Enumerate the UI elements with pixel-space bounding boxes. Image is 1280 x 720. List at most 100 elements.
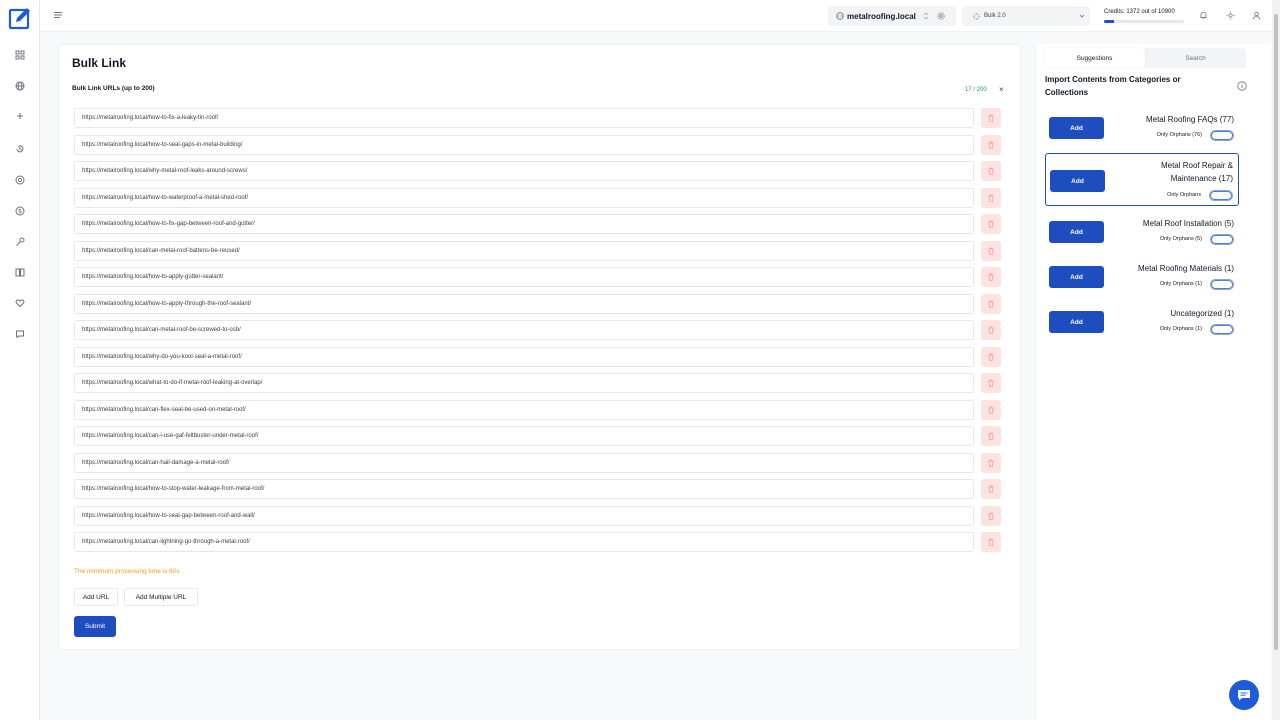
url-input[interactable]: https://metalroofing.local/can-i-use-gaf… xyxy=(74,426,974,446)
add-category-button[interactable]: Add xyxy=(1049,311,1104,333)
heart-icon[interactable] xyxy=(12,295,28,311)
url-input[interactable]: https://metalroofing.local/can-metal-roo… xyxy=(74,240,974,261)
chat-bubble-icon xyxy=(1238,690,1250,701)
url-input[interactable]: https://metalroofing.local/can-metal-roo… xyxy=(74,320,974,340)
submit-button[interactable]: Submit xyxy=(74,616,116,637)
url-value: https://metalroofing.local/can-hail-dama… xyxy=(82,459,230,466)
add-category-button[interactable]: Add xyxy=(1049,221,1104,243)
url-input[interactable]: https://metalroofing.local/how-to-apply-… xyxy=(74,267,974,287)
site-name: metalroofing.local xyxy=(847,11,916,21)
tab-search[interactable]: Search xyxy=(1145,48,1246,68)
panel-tabs: Suggestions Search xyxy=(1044,48,1246,68)
chat-icon[interactable] xyxy=(12,326,28,342)
bulk-version-selector[interactable]: Bulk 2.0 xyxy=(962,6,1090,26)
gear-icon[interactable] xyxy=(937,12,945,20)
menu-icon[interactable] xyxy=(54,11,62,19)
urls-label: Bulk Link URLs (up to 200) xyxy=(72,85,155,92)
key-icon[interactable] xyxy=(12,234,28,250)
url-input[interactable]: https://metalroofing.local/what-to-do-if… xyxy=(74,373,974,393)
category-name: Metal Roof Installation (5) xyxy=(1142,219,1234,228)
trash-icon xyxy=(988,459,994,467)
left-sidebar xyxy=(0,0,40,720)
delete-url-button[interactable] xyxy=(981,452,1001,473)
dollar-icon[interactable] xyxy=(12,203,28,219)
target-icon[interactable] xyxy=(12,172,28,188)
edit-square-logo[interactable] xyxy=(8,6,32,30)
scrollbar-thumb[interactable] xyxy=(1274,14,1278,650)
plus-icon[interactable] xyxy=(12,108,28,124)
delete-url-button[interactable] xyxy=(981,505,1001,526)
add-url-button[interactable]: Add URL xyxy=(74,588,118,606)
category-card: Add Uncategorized (1) Only Orphans (1) xyxy=(1045,302,1239,343)
url-input[interactable]: https://metalroofing.local/how-to-apply-… xyxy=(74,293,974,314)
history-icon[interactable] xyxy=(12,141,28,157)
url-input[interactable]: https://metalroofing.local/why-do-you-ko… xyxy=(74,346,974,367)
only-orphans-toggle[interactable] xyxy=(1210,279,1234,290)
trash-icon xyxy=(988,194,994,202)
trash-icon xyxy=(988,247,994,255)
dashboard-icon[interactable] xyxy=(12,47,28,63)
delete-url-button[interactable] xyxy=(981,267,1001,287)
page-scrollbar[interactable] xyxy=(1272,0,1280,720)
delete-url-button[interactable] xyxy=(981,399,1001,420)
import-title: Import Contents from Categories or Colle… xyxy=(1045,75,1181,97)
only-orphans-toggle[interactable] xyxy=(1210,324,1234,335)
category-card: Add Metal Roofing Materials (1) Only Orpha… xyxy=(1045,257,1239,298)
globe-icon[interactable] xyxy=(12,78,28,94)
delete-url-button[interactable] xyxy=(981,479,1001,499)
delete-url-button[interactable] xyxy=(981,532,1001,552)
url-value: https://metalroofing.local/how-to-waterp… xyxy=(82,194,249,201)
url-value: https://metalroofing.local/what-to-do-if… xyxy=(82,380,263,386)
only-orphans-toggle[interactable] xyxy=(1210,130,1234,141)
only-orphans-toggle[interactable] xyxy=(1209,190,1233,201)
url-input[interactable]: https://metalroofing.local/how-to-stop-w… xyxy=(74,479,974,499)
site-selector[interactable]: metalroofing.local xyxy=(828,6,956,26)
trash-icon xyxy=(988,406,994,414)
category-name: Metal Roof Repair & Maintenance (17) xyxy=(1160,161,1233,183)
url-input[interactable]: https://metalroofing.local/can-lightning… xyxy=(74,532,974,552)
delete-url-button[interactable] xyxy=(981,187,1001,208)
tab-suggestions[interactable]: Suggestions xyxy=(1044,48,1145,68)
delete-url-button[interactable] xyxy=(981,214,1001,234)
add-category-button[interactable]: Add xyxy=(1049,117,1104,139)
add-category-button[interactable]: Add xyxy=(1049,266,1104,288)
delete-url-button[interactable] xyxy=(981,320,1001,340)
only-orphans-label: Only Orphans (1) xyxy=(1159,326,1202,332)
url-input[interactable]: https://metalroofing.local/how-to-seal-g… xyxy=(74,505,974,526)
chevron-updown-icon xyxy=(923,12,929,20)
add-multiple-url-button[interactable]: Add Multiple URL xyxy=(124,588,198,606)
processing-notice: The minimum processing time is 60s xyxy=(74,568,180,575)
url-input[interactable]: https://metalroofing.local/how-to-fix-a-… xyxy=(74,108,974,128)
delete-url-button[interactable] xyxy=(981,240,1001,261)
user-icon[interactable] xyxy=(1252,11,1261,20)
bell-icon[interactable] xyxy=(1199,11,1208,20)
trash-icon xyxy=(988,512,994,520)
url-input[interactable]: https://metalroofing.local/why-metal-roo… xyxy=(74,161,974,181)
category-name: Metal Roofing FAQs (77) xyxy=(1145,115,1234,124)
url-value: https://metalroofing.local/why-metal-roo… xyxy=(82,168,248,174)
trash-icon xyxy=(988,485,994,493)
chat-launcher-button[interactable] xyxy=(1229,680,1259,710)
url-input[interactable]: https://metalroofing.local/how-to-seal-g… xyxy=(74,134,974,155)
url-value: https://metalroofing.local/can-lightning… xyxy=(82,539,250,545)
book-icon[interactable] xyxy=(12,264,28,280)
delete-url-button[interactable] xyxy=(981,134,1001,155)
url-input[interactable]: https://metalroofing.local/can-flex-seal… xyxy=(74,399,974,420)
delete-url-button[interactable] xyxy=(981,346,1001,367)
delete-url-button[interactable] xyxy=(981,161,1001,181)
delete-url-button[interactable] xyxy=(981,108,1001,128)
url-input[interactable]: https://metalroofing.local/can-hail-dama… xyxy=(74,452,974,473)
delete-url-button[interactable] xyxy=(981,293,1001,314)
url-value: https://metalroofing.local/how-to-apply-… xyxy=(82,274,224,280)
only-orphans-toggle[interactable] xyxy=(1210,234,1234,245)
url-input[interactable]: https://metalroofing.local/how-to-waterp… xyxy=(74,187,974,208)
info-icon[interactable] xyxy=(1237,81,1247,91)
category-name: Uncategorized (1) xyxy=(1170,309,1234,318)
delete-url-button[interactable] xyxy=(981,373,1001,393)
clear-all-icon[interactable]: × xyxy=(999,86,1004,94)
delete-url-button[interactable] xyxy=(981,426,1001,446)
url-input[interactable]: https://metalroofing.local/how-to-fix-ga… xyxy=(74,214,974,234)
add-category-button[interactable]: Add xyxy=(1050,170,1105,192)
sun-icon[interactable] xyxy=(1226,11,1235,20)
url-counter: 17 / 200 xyxy=(965,87,987,93)
